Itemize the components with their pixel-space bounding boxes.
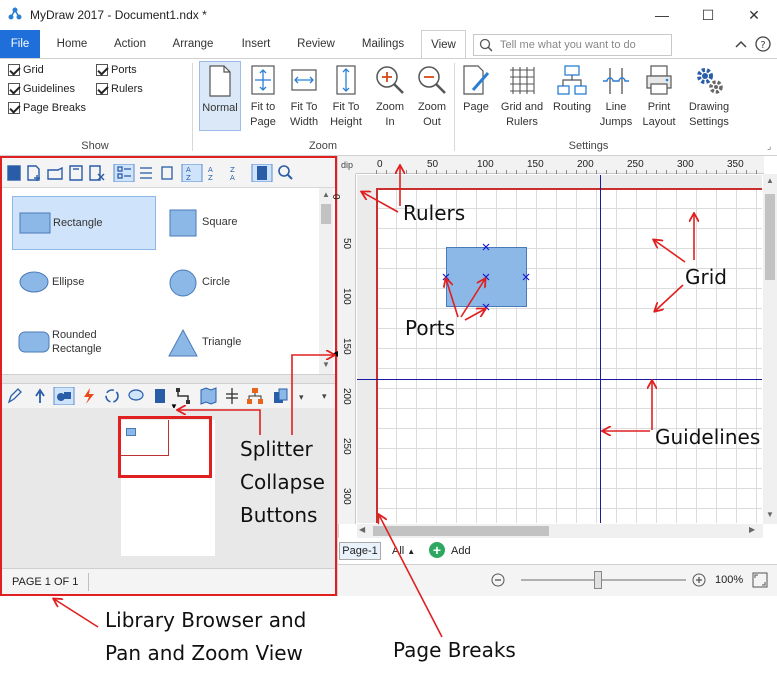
- annotation-splitter-2: Collapse: [240, 470, 325, 494]
- annotation-arrows: [0, 0, 777, 638]
- annotation-guidelines: Guidelines: [655, 425, 761, 449]
- annotation-grid: Grid: [685, 265, 727, 289]
- annotation-ports: Ports: [405, 316, 456, 340]
- annotation-splitter-3: Buttons: [240, 503, 318, 527]
- annotation-library-1: Library Browser and: [105, 608, 307, 632]
- annotation-rulers: Rulers: [403, 201, 466, 225]
- annotation-library-2: Pan and Zoom View: [105, 641, 303, 665]
- annotation-page-breaks: Page Breaks: [393, 638, 516, 662]
- annotation-splitter-1: Splitter: [240, 437, 313, 461]
